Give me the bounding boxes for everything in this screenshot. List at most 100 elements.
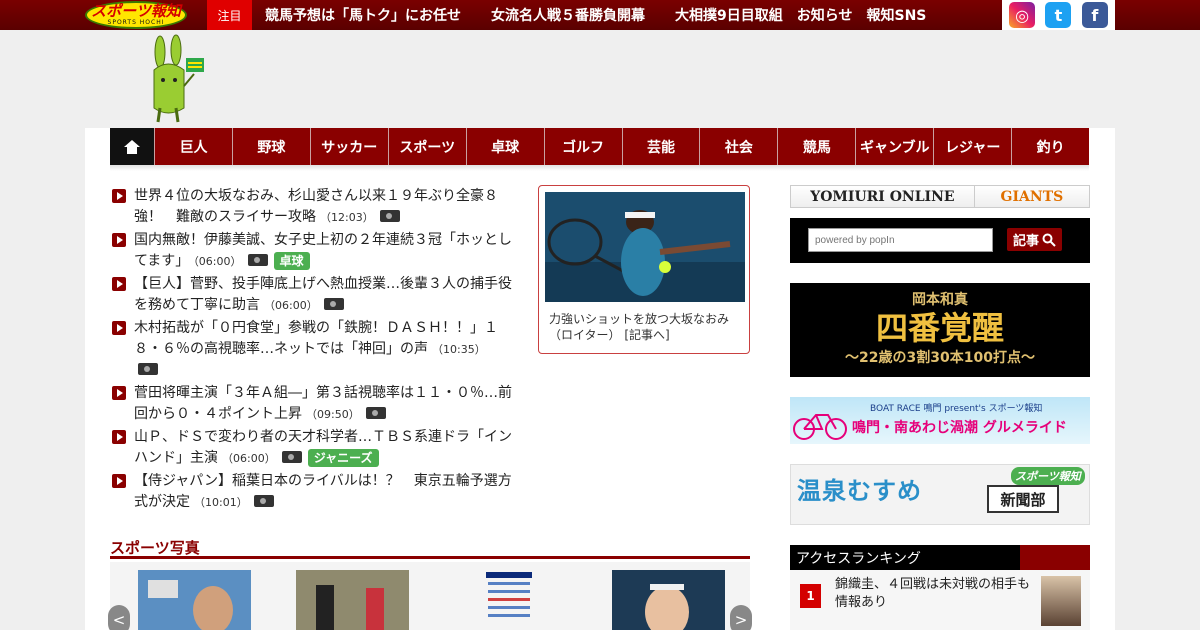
news-list: 世界４位の大坂なおみ、杉山愛さん以来１９年ぶり全豪８強！ 難敵のスライサー攻略（…: [112, 186, 522, 515]
top-link-sns[interactable]: 報知SNS: [866, 5, 926, 25]
gourmet-ride-banner[interactable]: BOAT RACE 鳴門 present's スポーツ報知 鳴門・南あわじ渦潮 …: [790, 397, 1090, 444]
news-time: （12:03）: [320, 211, 374, 224]
nav-shadow: [110, 165, 1089, 171]
news-item[interactable]: 菅田将暉主演「３年Ａ組―」第３話視聴率は１１・０％…前回から０・４ポイント上昇（…: [112, 383, 522, 425]
banner1-sub: ～22歳の3割30本100打点～: [845, 350, 1035, 366]
photo-thumbnail[interactable]: [612, 570, 725, 630]
news-item[interactable]: 【巨人】菅野、投手陣底上げへ熱血授業…後輩３人の捕手役を務めて丁寧に助言 （06:…: [112, 274, 522, 316]
news-item[interactable]: 木村拓哉が「０円食堂」参戦の「鉄腕！ＤＡＳＨ！！」１８・６％の高視聴率…ネットで…: [112, 318, 522, 381]
banner2-main: 鳴門・南あわじ渦潮 グルメライド: [852, 420, 1067, 436]
nav-item-leisure[interactable]: レジャー: [933, 128, 1012, 165]
video-icon: [138, 363, 158, 375]
twitter-icon[interactable]: t: [1045, 2, 1072, 28]
nav-item-horseracing[interactable]: 競馬: [777, 128, 856, 165]
video-icon: [323, 298, 344, 310]
video-icon: [281, 451, 302, 463]
nav-item-gamble[interactable]: ギャンブル: [855, 128, 934, 165]
feature-photo-card[interactable]: 力強いショットを放つ大坂なおみ（ロイター） [記事へ]: [538, 185, 750, 354]
top-link-sumo[interactable]: 大相撲9日目取組: [675, 5, 783, 25]
nav-item-society[interactable]: 社会: [699, 128, 778, 165]
news-time: （06:00）: [222, 452, 276, 465]
news-item[interactable]: 世界４位の大坂なおみ、杉山愛さん以来１９年ぶり全豪８強！ 難敵のスライサー攻略（…: [112, 186, 522, 228]
news-title[interactable]: 世界４位の大坂なおみ、杉山愛さん以来１９年ぶり全豪８強！ 難敵のスライサー攻略: [134, 188, 498, 225]
photo-carousel: [110, 562, 750, 630]
feature-photo[interactable]: [545, 192, 745, 302]
banner1-top: 岡本和真: [912, 292, 968, 308]
play-bullet-icon: [112, 474, 126, 488]
news-item[interactable]: 国内無敵！伊藤美誠、女子史上初の２年連続３冠「ホッとしてます」 （06:00） 卓球: [112, 230, 522, 272]
video-icon: [365, 407, 386, 419]
ranking-thumbnail[interactable]: [1041, 576, 1081, 626]
onsen-musume-banner[interactable]: 温泉むすめ スポーツ報知 新聞部: [790, 464, 1090, 525]
nav-item-baseball[interactable]: 野球: [231, 128, 310, 165]
search-button-label: 記事: [1012, 234, 1039, 249]
play-bullet-icon: [112, 233, 126, 247]
nav-item-golf[interactable]: ゴルフ: [543, 128, 622, 165]
play-bullet-icon: [112, 430, 126, 444]
ranking-title[interactable]: 錦織圭、４回戦は未対戦の相手も情報あり: [835, 576, 1035, 612]
social-links: ◎ t f: [1002, 0, 1115, 30]
section-divider: [110, 556, 750, 559]
yomiuri-online-link[interactable]: YOMIURI ONLINE: [791, 186, 975, 207]
nav-item-tabletennis[interactable]: 卓球: [465, 128, 544, 165]
news-tag[interactable]: ジャニーズ: [307, 449, 379, 467]
top-links: 競馬予想は「馬トク」にお任せ 女流名人戦５番勝負開幕 大相撲9日目取組 お知らせ…: [265, 0, 956, 30]
home-button[interactable]: [110, 128, 154, 165]
video-icon: [247, 254, 268, 266]
video-icon: [379, 210, 400, 222]
top-link-oshirase[interactable]: お知らせ: [797, 5, 853, 25]
top-link-umatoku[interactable]: 競馬予想は「馬トク」にお任せ: [265, 5, 461, 25]
banner1-main: 四番覚醒: [875, 309, 1004, 347]
banner3-box: 新聞部: [987, 485, 1059, 513]
photo-thumbnail[interactable]: [484, 570, 534, 630]
play-bullet-icon: [112, 386, 126, 400]
photo-thumbnail[interactable]: [138, 570, 251, 630]
nav-item-soccer[interactable]: サッカー: [309, 128, 388, 165]
nav-item-fishing[interactable]: 釣り: [1011, 128, 1090, 165]
site-logo[interactable]: スポーツ報知 SPORTS HOCHI: [85, 1, 187, 29]
instagram-icon[interactable]: ◎: [1009, 2, 1036, 28]
carousel-prev-button[interactable]: <: [108, 605, 130, 630]
news-time: （10:01）: [194, 496, 248, 509]
carousel-next-button[interactable]: >: [730, 605, 752, 630]
search-button[interactable]: 記事: [1007, 228, 1062, 251]
access-ranking-header: アクセスランキング: [790, 545, 1090, 570]
photo-thumbnail[interactable]: [296, 570, 409, 630]
okamoto-banner[interactable]: 岡本和真 四番覚醒 ～22歳の3割30本100打点～: [790, 283, 1090, 377]
banner2-top: BOAT RACE 鳴門 present's スポーツ報知: [870, 404, 1043, 414]
play-bullet-icon: [112, 189, 126, 203]
logo-subtext: SPORTS HOCHI: [107, 19, 165, 26]
chumoku-label: 注目: [207, 0, 252, 30]
feature-article-link[interactable]: [記事へ]: [624, 328, 669, 342]
news-time: （06:00）: [264, 299, 318, 312]
news-item[interactable]: 【侍ジャパン】稲葉日本のライバルは！？ 東京五輪予選方式が決定 （10:01）: [112, 471, 522, 513]
news-time: （10:35）: [432, 343, 486, 356]
video-icon: [253, 495, 274, 507]
news-item[interactable]: 山Ｐ、ドＳで変わり者の天才科学者…ＴＢＳ系連ドラ「インハンド」主演 （06:00）…: [112, 427, 522, 469]
top-link-joryu-meijin[interactable]: 女流名人戦５番勝負開幕: [491, 5, 645, 25]
news-title[interactable]: 【侍ジャパン】稲葉日本のライバルは！？ 東京五輪予選方式が決定: [134, 473, 512, 510]
banner3-main: 温泉むすめ: [797, 477, 922, 505]
partner-links: YOMIURI ONLINE GIANTS: [790, 185, 1090, 208]
search-input[interactable]: [808, 228, 993, 252]
feature-caption: 力強いショットを放つ大坂なおみ（ロイター） [記事へ]: [549, 311, 744, 343]
nav-item-giants[interactable]: 巨人: [154, 128, 232, 165]
news-tag[interactable]: 卓球: [273, 252, 310, 270]
play-bullet-icon: [112, 321, 126, 335]
giants-link[interactable]: GIANTS: [975, 186, 1089, 207]
top-bar: スポーツ報知 SPORTS HOCHI 注目 競馬予想は「馬トク」にお任せ 女流…: [0, 0, 1200, 30]
nav-item-entertainment[interactable]: 芸能: [621, 128, 700, 165]
news-title[interactable]: 国内無敵！伊藤美誠、女子史上初の２年連続３冠「ホッとしてます」: [134, 232, 512, 269]
news-time: （09:50）: [306, 408, 360, 421]
ranking-header-accent: [1020, 545, 1090, 570]
facebook-icon[interactable]: f: [1081, 2, 1108, 28]
nav-item-sports[interactable]: スポーツ: [387, 128, 466, 165]
category-nav: 巨人 野球 サッカー スポーツ 卓球 ゴルフ 芸能 社会 競馬 ギャンブル レジ…: [110, 128, 1090, 165]
mascot-illustration: [153, 34, 204, 123]
ranking-item[interactable]: 1 錦織圭、４回戦は未対戦の相手も情報あり: [790, 570, 1090, 630]
search-icon: [1042, 233, 1056, 247]
access-ranking-title: アクセスランキング: [796, 550, 921, 567]
ranking-number: 1: [800, 584, 821, 608]
play-bullet-icon: [112, 277, 126, 291]
search-box: 記事: [790, 218, 1090, 263]
